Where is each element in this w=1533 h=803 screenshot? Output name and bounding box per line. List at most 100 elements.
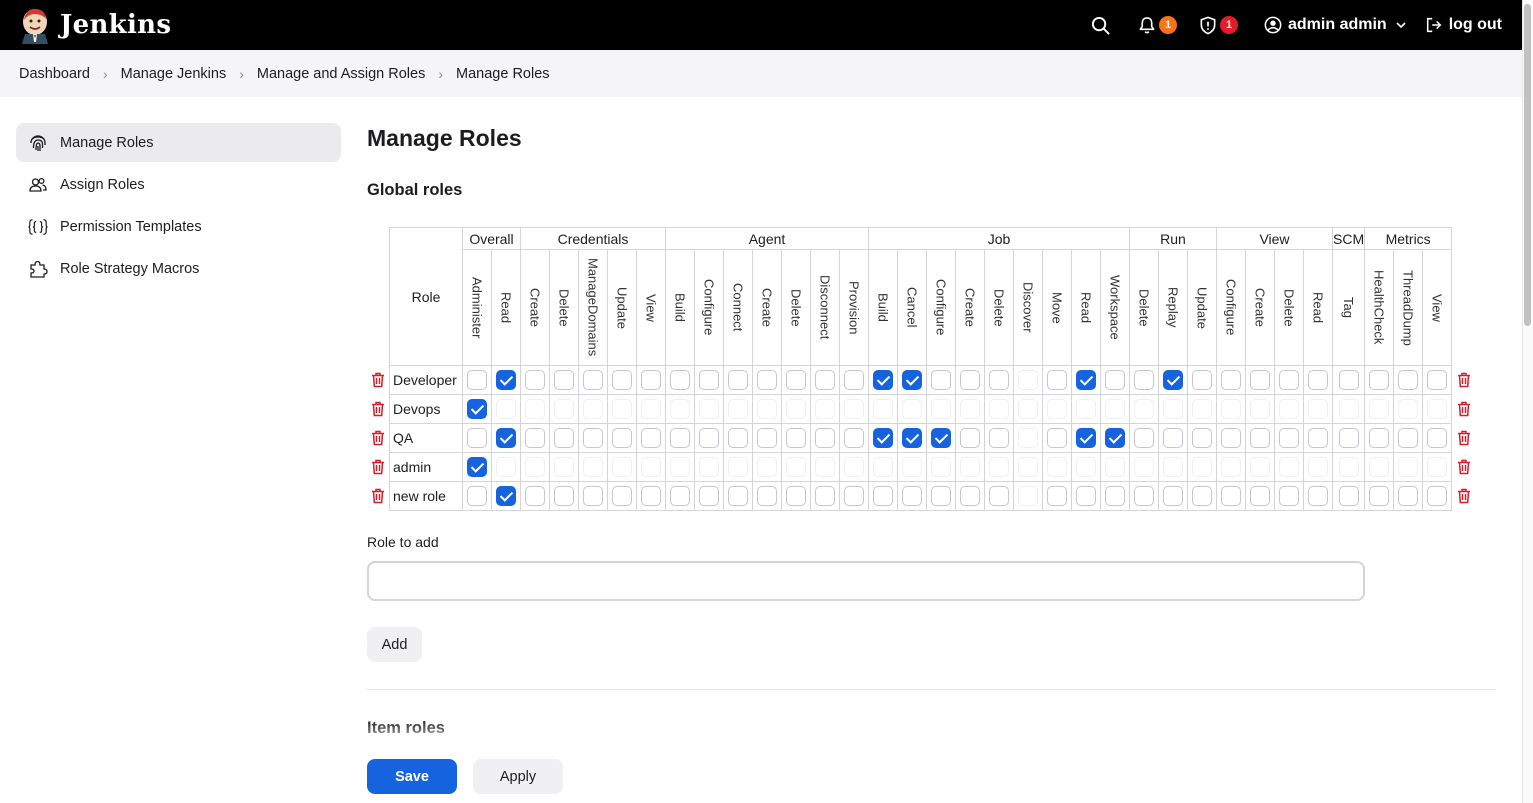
permission-checkbox[interactable] <box>1427 370 1448 390</box>
permission-checkbox[interactable] <box>1018 370 1038 390</box>
permission-checkbox[interactable] <box>1192 370 1212 390</box>
delete-role-right-icon[interactable] <box>1457 372 1471 388</box>
permission-checkbox[interactable] <box>1398 457 1419 477</box>
permission-checkbox[interactable] <box>873 370 893 390</box>
delete-role-right-icon[interactable] <box>1457 401 1471 417</box>
sidebar-item-manage-roles[interactable]: Manage Roles <box>16 123 341 162</box>
permission-checkbox[interactable] <box>786 370 806 390</box>
permission-checkbox[interactable] <box>1163 399 1183 419</box>
permission-checkbox[interactable] <box>1250 457 1270 477</box>
permission-checkbox[interactable] <box>931 486 951 506</box>
delete-role-right-icon[interactable] <box>1457 488 1471 504</box>
permission-checkbox[interactable] <box>989 457 1009 477</box>
permission-checkbox[interactable] <box>1308 457 1328 477</box>
delete-role-left-icon[interactable] <box>371 488 385 504</box>
permission-checkbox[interactable] <box>699 486 719 506</box>
permission-checkbox[interactable] <box>1338 457 1359 477</box>
permission-checkbox[interactable] <box>467 399 487 419</box>
search-button[interactable] <box>1091 16 1110 35</box>
permission-checkbox[interactable] <box>467 457 487 477</box>
permission-checkbox[interactable] <box>1163 486 1183 506</box>
permission-checkbox[interactable] <box>1308 370 1328 390</box>
permission-checkbox[interactable] <box>467 428 487 448</box>
permission-checkbox[interactable] <box>815 428 835 448</box>
permission-checkbox[interactable] <box>641 457 661 477</box>
permission-checkbox[interactable] <box>612 399 632 419</box>
permission-checkbox[interactable] <box>1279 370 1299 390</box>
permission-checkbox[interactable] <box>467 370 487 390</box>
permission-checkbox[interactable] <box>670 486 690 506</box>
permission-checkbox[interactable] <box>1018 399 1038 419</box>
permission-checkbox[interactable] <box>1076 486 1096 506</box>
permission-checkbox[interactable] <box>1047 457 1067 477</box>
permission-checkbox[interactable] <box>583 457 603 477</box>
permission-checkbox[interactable] <box>1369 457 1390 477</box>
permission-checkbox[interactable] <box>1221 399 1241 419</box>
sidebar-item-assign-roles[interactable]: Assign Roles <box>16 165 341 204</box>
breadcrumb-manage-roles[interactable]: Manage Roles <box>456 66 550 82</box>
permission-checkbox[interactable] <box>728 399 748 419</box>
permission-checkbox[interactable] <box>496 399 516 419</box>
permission-checkbox[interactable] <box>960 399 980 419</box>
permission-checkbox[interactable] <box>699 370 719 390</box>
delete-role-left-icon[interactable] <box>371 372 385 388</box>
permission-checkbox[interactable] <box>1134 428 1154 448</box>
permission-checkbox[interactable] <box>960 457 980 477</box>
permission-checkbox[interactable] <box>641 428 661 448</box>
permission-checkbox[interactable] <box>728 457 748 477</box>
permission-checkbox[interactable] <box>757 486 777 506</box>
permission-checkbox[interactable] <box>554 486 574 506</box>
permission-checkbox[interactable] <box>1018 428 1038 448</box>
delete-role-left-icon[interactable] <box>371 401 385 417</box>
save-button[interactable]: Save <box>367 759 457 794</box>
permission-checkbox[interactable] <box>699 428 719 448</box>
permission-checkbox[interactable] <box>1192 428 1212 448</box>
permission-checkbox[interactable] <box>496 457 516 477</box>
permission-checkbox[interactable] <box>1369 399 1390 419</box>
permission-checkbox[interactable] <box>1250 428 1270 448</box>
permission-checkbox[interactable] <box>1279 428 1299 448</box>
permission-checkbox[interactable] <box>583 370 603 390</box>
delete-role-left-icon[interactable] <box>371 430 385 446</box>
permission-checkbox[interactable] <box>728 486 748 506</box>
permission-checkbox[interactable] <box>1105 486 1125 506</box>
permission-checkbox[interactable] <box>554 370 574 390</box>
permission-checkbox[interactable] <box>1076 399 1096 419</box>
permission-checkbox[interactable] <box>1338 399 1359 419</box>
permission-checkbox[interactable] <box>525 428 545 448</box>
notifications-button[interactable]: 1 <box>1138 16 1177 35</box>
security-button[interactable]: 1 <box>1199 16 1238 35</box>
delete-role-left-icon[interactable] <box>371 459 385 475</box>
permission-checkbox[interactable] <box>1163 370 1183 390</box>
permission-checkbox[interactable] <box>670 399 690 419</box>
permission-checkbox[interactable] <box>844 399 864 419</box>
permission-checkbox[interactable] <box>583 399 603 419</box>
permission-checkbox[interactable] <box>1398 399 1419 419</box>
permission-checkbox[interactable] <box>670 370 690 390</box>
permission-checkbox[interactable] <box>1105 457 1125 477</box>
permission-checkbox[interactable] <box>815 399 835 419</box>
permission-checkbox[interactable] <box>1221 486 1241 506</box>
delete-role-right-icon[interactable] <box>1457 459 1471 475</box>
permission-checkbox[interactable] <box>1163 457 1183 477</box>
permission-checkbox[interactable] <box>1279 399 1299 419</box>
permission-checkbox[interactable] <box>525 399 545 419</box>
permission-checkbox[interactable] <box>786 486 806 506</box>
permission-checkbox[interactable] <box>1018 457 1038 477</box>
permission-checkbox[interactable] <box>1134 457 1154 477</box>
permission-checkbox[interactable] <box>1427 457 1448 477</box>
permission-checkbox[interactable] <box>1163 428 1183 448</box>
permission-checkbox[interactable] <box>1192 399 1212 419</box>
permission-checkbox[interactable] <box>902 399 922 419</box>
permission-checkbox[interactable] <box>1134 399 1154 419</box>
permission-checkbox[interactable] <box>989 486 1009 506</box>
permission-checkbox[interactable] <box>1047 370 1067 390</box>
permission-checkbox[interactable] <box>757 457 777 477</box>
permission-checkbox[interactable] <box>1134 370 1154 390</box>
permission-checkbox[interactable] <box>989 370 1009 390</box>
permission-checkbox[interactable] <box>612 370 632 390</box>
permission-checkbox[interactable] <box>902 370 922 390</box>
breadcrumb-manage-jenkins[interactable]: Manage Jenkins <box>121 66 227 82</box>
permission-checkbox[interactable] <box>1105 428 1125 448</box>
permission-checkbox[interactable] <box>873 399 893 419</box>
